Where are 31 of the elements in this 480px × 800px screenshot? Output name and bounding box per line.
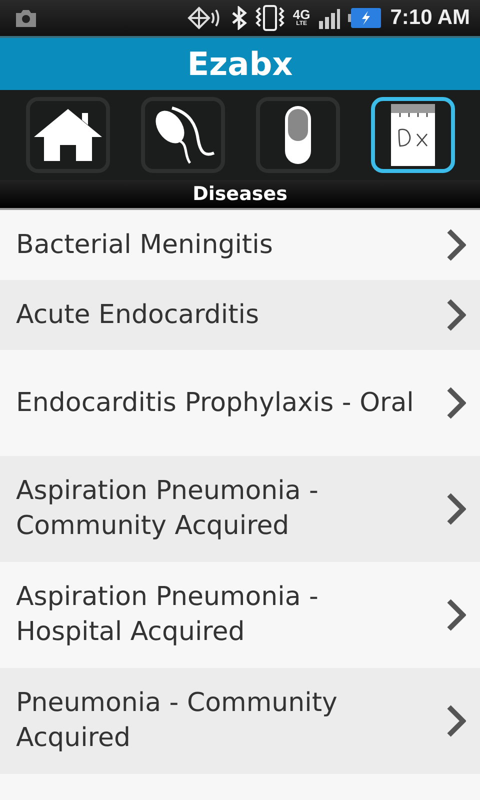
disease-name: Pneumonia - Community Acquired bbox=[16, 687, 338, 755]
chevron-icon bbox=[446, 598, 466, 632]
tab[interactable] bbox=[256, 97, 340, 173]
list-item[interactable]: Acute Endocarditis bbox=[0, 280, 480, 350]
vibrate-icon bbox=[254, 4, 285, 32]
tab[interactable] bbox=[370, 97, 454, 173]
notepad-icon bbox=[390, 104, 434, 166]
disease-name: Endocarditis Prophylaxis - Oral bbox=[16, 386, 415, 420]
list-item[interactable]: Pneumonia - Community Acquired bbox=[0, 668, 480, 774]
bluetooth-icon bbox=[230, 6, 247, 30]
battery-icon bbox=[348, 7, 382, 29]
section-title: Diseases bbox=[192, 183, 288, 205]
chevron-icon bbox=[446, 704, 466, 738]
camera-icon bbox=[14, 8, 38, 28]
list-item[interactable]: Aspiration Pneumonia - Community Acquired bbox=[0, 456, 480, 562]
clock-time: 7:10 AM bbox=[390, 6, 470, 30]
disease-name: Aspiration Pneumonia - Community Acquired bbox=[16, 475, 320, 543]
chevron-icon bbox=[446, 386, 466, 420]
chevron-icon bbox=[446, 492, 466, 526]
home-icon bbox=[32, 107, 104, 163]
tab[interactable] bbox=[140, 97, 224, 173]
tab[interactable] bbox=[26, 97, 110, 173]
chevron-icon bbox=[446, 298, 466, 332]
app-title: Ezabx bbox=[187, 45, 293, 83]
signal-icon bbox=[318, 7, 340, 29]
disease-name: Acute Endocarditis bbox=[16, 298, 260, 332]
disease-name: Bacterial Meningitis bbox=[16, 228, 274, 262]
network-label: 4G bbox=[292, 9, 310, 21]
disease-name: Aspiration Pneumonia - Hospital Acquired bbox=[16, 581, 320, 649]
pill-icon bbox=[284, 105, 312, 165]
chevron-icon bbox=[446, 228, 466, 262]
